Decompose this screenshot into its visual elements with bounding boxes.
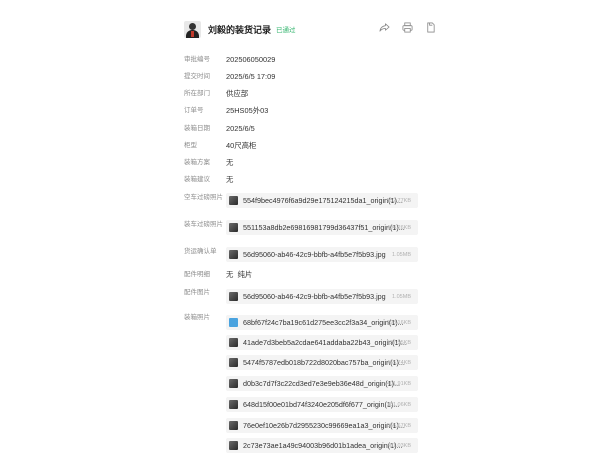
field-label: 装箱日期 (184, 125, 210, 132)
approval-detail-page: 刘毅的装货记录 已通过 审批编号 202506050029 提交时间 2025/… (0, 0, 600, 453)
image-icon (229, 400, 238, 409)
attachment-item[interactable]: 56d95060-ab46-42c9-bbfb-a4fb5e7f5b93.jpg… (226, 247, 418, 262)
field-value: 供应部 (226, 89, 249, 98)
attachment-name: 56d95060-ab46-42c9-bbfb-a4fb5e7f5b93.jpg (243, 292, 386, 301)
field-label: 订单号 (184, 107, 204, 114)
field-label: 配件图片 (184, 289, 210, 296)
field-label: 审批编号 (184, 56, 210, 63)
record-title: 刘毅的装货记录 (208, 24, 272, 35)
image-icon (229, 358, 238, 367)
record-header: 刘毅的装货记录 已通过 (184, 20, 436, 38)
field-label: 装箱照片 (184, 314, 210, 321)
attachment-name: 2c73e73ae1a49c94003b96d01b1adea_origin(1… (243, 441, 403, 450)
image-icon (229, 196, 238, 205)
field-label: 配件明细 (184, 271, 210, 278)
field-value: 无 (226, 158, 234, 167)
image-icon (229, 421, 238, 430)
attachment-size: 401.91KB (386, 380, 411, 387)
image-icon (229, 441, 238, 450)
field-value: 无 (226, 175, 234, 184)
image-icon (229, 379, 238, 388)
field-label: 装箱建议 (184, 176, 210, 183)
field-value: 40尺高柜 (226, 141, 257, 150)
field-value: 202506050029 (226, 55, 276, 64)
attachment-name: 5474f5787edb018b722d8020bac757ba_origin(… (243, 358, 405, 367)
field-label: 柜型 (184, 142, 197, 149)
attachment-size: 1.05MB (392, 251, 411, 258)
attachment-name: 76e0ef10e26b7d2955230c99669ea1a3_origin(… (243, 421, 405, 430)
attachment-item[interactable]: 5474f5787edb018b722d8020bac757ba_origin(… (226, 355, 418, 370)
attachment-size: 465.74KB (386, 359, 411, 366)
field-label: 提交时间 (184, 73, 210, 80)
attachment-item[interactable]: 2c73e73ae1a49c94003b96d01b1adea_origin(1… (226, 438, 418, 453)
field-value: 2025/6/5 (226, 124, 255, 133)
attachment-item[interactable]: 648d15f00e01bd74f3240e205df6f677_origin(… (226, 397, 418, 412)
image-icon (229, 223, 238, 232)
attachment-size: 481.03KB (386, 442, 411, 449)
attachment-size: 552.77KB (386, 197, 411, 204)
attachment-item[interactable]: 56d95060-ab46-42c9-bbfb-a4fb5e7f5b93.jpg… (226, 289, 418, 304)
attachment-size: 537.55KB (386, 339, 411, 346)
print-icon[interactable] (402, 20, 413, 38)
attachment-size: 1.05MB (392, 293, 411, 300)
image-icon (229, 250, 238, 259)
share-icon[interactable] (379, 20, 390, 38)
status-badge: 已通过 (276, 27, 296, 34)
attachment-name: 68bf67f24c7ba19c61d275ee3cc2f3a34_origin… (243, 318, 404, 327)
attachment-name: 648d15f00e01bd74f3240e205df6f677_origin(… (243, 400, 400, 409)
document-icon (229, 318, 238, 327)
attachment-name: 41ade7d3beb5a2cdae641addaba22b43_origin(… (243, 338, 407, 347)
attachment-size: 398.16KB (386, 319, 411, 326)
image-icon (229, 338, 238, 347)
image-icon (229, 292, 238, 301)
attachment-item[interactable]: 554f9bec4976f6a9d29e175124215da1_origin(… (226, 193, 418, 208)
attachment-size: 404.26KB (386, 224, 411, 231)
attachment-item[interactable]: 76e0ef10e26b7d2955230c99669ea1a3_origin(… (226, 418, 418, 433)
field-label: 所在部门 (184, 90, 210, 97)
copy-icon[interactable] (425, 20, 436, 38)
field-value: 25HS05外03 (226, 106, 269, 115)
attachment-item[interactable]: 551153a8db2e69816981799d36437f51_origin(… (226, 220, 418, 235)
field-value: 无 纯片 (226, 270, 253, 279)
field-label: 装车过磅照片 (184, 221, 223, 228)
field-label: 空车过磅照片 (184, 194, 223, 201)
attachment-item[interactable]: 41ade7d3beb5a2cdae641addaba22b43_origin(… (226, 335, 418, 350)
field-label: 装箱方案 (184, 159, 210, 166)
attachment-name: d0b3c7d7f3c22cd3ed7e3e9eb36e48d_origin(1… (243, 379, 401, 388)
attachment-name: 554f9bec4976f6a9d29e175124215da1_origin(… (243, 196, 403, 205)
avatar (184, 20, 201, 38)
field-label: 货运确认单 (184, 248, 217, 255)
attachment-name: 56d95060-ab46-42c9-bbfb-a4fb5e7f5b93.jpg (243, 250, 386, 259)
attachment-item[interactable]: d0b3c7d7f3c22cd3ed7e3e9eb36e48d_origin(1… (226, 376, 418, 391)
attachment-item[interactable]: 68bf67f24c7ba19c61d275ee3cc2f3a34_origin… (226, 315, 418, 330)
attachment-size: 381.06KB (386, 401, 411, 408)
field-value: 2025/6/5 17:09 (226, 72, 276, 81)
attachment-size: 566.67KB (386, 422, 411, 429)
attachment-name: 551153a8db2e69816981799d36437f51_origin(… (243, 223, 405, 232)
